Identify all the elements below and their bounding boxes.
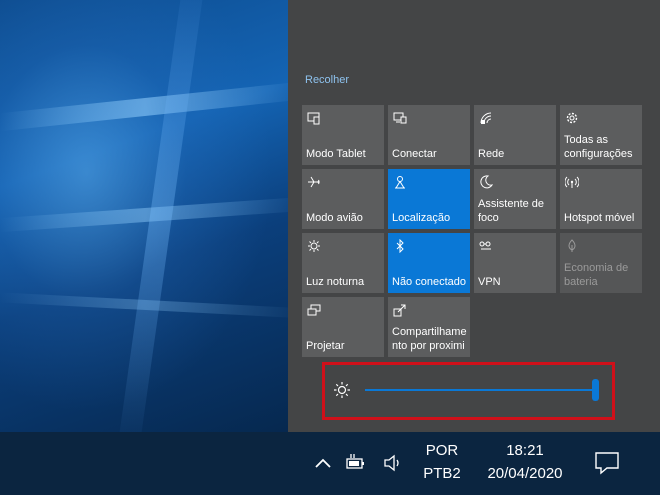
- notification-icon[interactable]: [594, 451, 620, 475]
- night-light-icon: [307, 239, 321, 253]
- tile-location[interactable]: Localização: [388, 169, 470, 229]
- tile-label: Projetar: [306, 340, 345, 352]
- volume-icon[interactable]: [382, 452, 404, 474]
- language-indicator[interactable]: POR: [420, 442, 464, 459]
- tile-connect[interactable]: Conectar: [388, 105, 470, 165]
- tile-label: Hotspot móvel: [564, 212, 635, 224]
- bluetooth-icon: [393, 239, 407, 253]
- tile-label: Localização: [392, 212, 451, 224]
- tile-label: VPN: [478, 276, 501, 288]
- tile-label: Luz noturna: [306, 276, 365, 288]
- highlight-box: [322, 362, 615, 420]
- vpn-icon: [479, 239, 493, 253]
- wallpaper-light-beam: [0, 197, 288, 233]
- moon-icon: [479, 175, 493, 189]
- tile-all-settings[interactable]: Todas as configurações: [560, 105, 642, 165]
- tile-mobile-hotspot[interactable]: Hotspot móvel: [560, 169, 642, 229]
- tile-label: Rede: [478, 148, 505, 160]
- tile-airplane-mode[interactable]: Modo avião: [302, 169, 384, 229]
- tile-network[interactable]: Rede: [474, 105, 556, 165]
- tile-battery-saver[interactable]: Economia de bateria: [560, 233, 642, 293]
- tile-label: Todas as configurações: [564, 134, 633, 160]
- chevron-up-icon[interactable]: [312, 452, 334, 474]
- tile-label: Compartilhame nto por proximi: [392, 326, 467, 352]
- brightness-slider-track[interactable]: [365, 389, 598, 391]
- connect-icon: [393, 111, 407, 125]
- keyboard-layout-indicator[interactable]: PTB2: [420, 465, 464, 482]
- tile-label: Modo Tablet: [306, 148, 366, 160]
- collapse-link[interactable]: Recolher: [305, 74, 349, 86]
- wallpaper-light-beam: [0, 82, 288, 132]
- nearby-share-icon: [393, 303, 407, 317]
- clock-time[interactable]: 18:21: [480, 442, 570, 459]
- brightness-icon: [333, 381, 351, 399]
- clock-date[interactable]: 20/04/2020: [476, 465, 574, 482]
- tile-label: Economia de bateria: [564, 262, 629, 288]
- network-icon: [479, 111, 493, 125]
- tile-label: Modo avião: [306, 212, 363, 224]
- tile-project[interactable]: Projetar: [302, 297, 384, 357]
- tile-label: Conectar: [392, 148, 437, 160]
- hotspot-icon: [565, 175, 579, 189]
- tile-night-light[interactable]: Luz noturna: [302, 233, 384, 293]
- tile-label: Não conectado: [392, 276, 466, 288]
- battery-charging-icon[interactable]: [345, 452, 367, 474]
- desktop-wallpaper: [0, 0, 288, 432]
- tablet-mode-icon: [307, 111, 321, 125]
- brightness-slider-thumb[interactable]: [592, 379, 599, 401]
- location-icon: [393, 175, 407, 189]
- airplane-icon: [307, 175, 321, 189]
- project-icon: [307, 303, 321, 317]
- tile-label: Assistente de foco: [478, 198, 545, 224]
- tile-tablet-mode[interactable]: Modo Tablet: [302, 105, 384, 165]
- tile-nearby-sharing[interactable]: Compartilhame nto por proximi: [388, 297, 470, 357]
- battery-saver-icon: [565, 239, 579, 253]
- tile-vpn[interactable]: VPN: [474, 233, 556, 293]
- tile-focus-assist[interactable]: Assistente de foco: [474, 169, 556, 229]
- tile-bluetooth[interactable]: Não conectado: [388, 233, 470, 293]
- gear-icon: [565, 111, 579, 125]
